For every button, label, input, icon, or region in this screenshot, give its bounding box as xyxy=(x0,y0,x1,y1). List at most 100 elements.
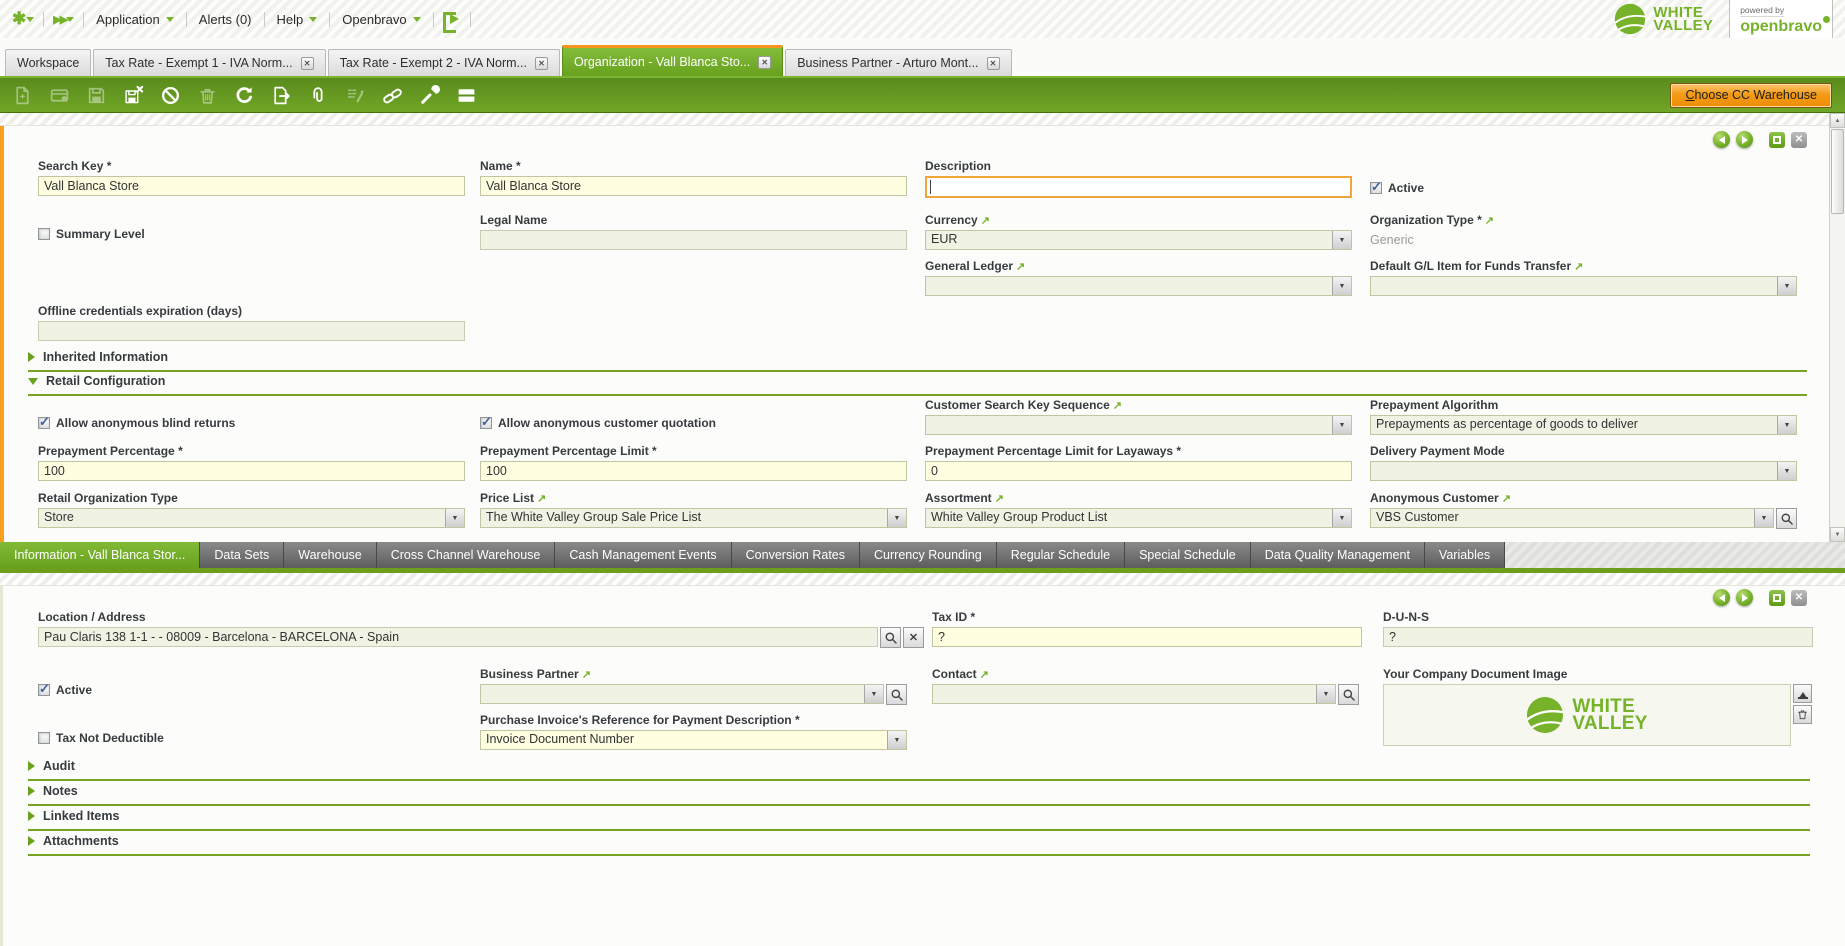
link-out-icon[interactable] xyxy=(992,491,1004,505)
chevron-down-icon[interactable] xyxy=(445,509,464,527)
next-record-button[interactable] xyxy=(1736,131,1753,148)
vertical-scrollbar[interactable] xyxy=(1829,113,1845,542)
chevron-down-icon[interactable] xyxy=(1777,277,1796,295)
new-row-button[interactable] xyxy=(42,80,77,110)
scroll-up-icon[interactable] xyxy=(1830,113,1845,128)
form-grid-toggle-button[interactable] xyxy=(449,80,484,110)
child-tab-cash-management-events[interactable]: Cash Management Events xyxy=(555,542,731,568)
link-out-icon[interactable] xyxy=(1013,259,1025,273)
prepayment-algorithm-select[interactable]: Prepayments as percentage of goods to de… xyxy=(1370,415,1797,435)
maximize-button[interactable] xyxy=(1769,132,1785,148)
link-button[interactable] xyxy=(375,80,410,110)
child-tab-information[interactable]: Information - Vall Blanca Stor... xyxy=(0,542,200,568)
search-icon[interactable] xyxy=(1338,684,1359,705)
delete-button[interactable] xyxy=(190,80,225,110)
contact-select[interactable] xyxy=(932,684,1336,704)
child-tab-currency-rounding[interactable]: Currency Rounding xyxy=(860,542,997,568)
undo-button[interactable] xyxy=(153,80,188,110)
chevron-down-icon[interactable] xyxy=(1777,462,1796,480)
section-attachments[interactable]: Attachments xyxy=(28,834,1810,856)
allow-blind-returns-checkbox[interactable] xyxy=(38,417,50,429)
section-linked-items[interactable]: Linked Items xyxy=(28,809,1810,831)
section-inherited-information[interactable]: Inherited Information xyxy=(28,350,1807,372)
menu-application[interactable]: Application xyxy=(93,12,177,27)
chevron-down-icon[interactable] xyxy=(1777,416,1796,434)
child-tab-conversion-rates[interactable]: Conversion Rates xyxy=(732,542,860,568)
chevron-down-icon[interactable] xyxy=(26,17,34,26)
chevron-down-icon[interactable] xyxy=(1316,685,1335,703)
close-panel-button[interactable] xyxy=(1791,590,1807,606)
menu-openbravo[interactable]: Openbravo xyxy=(339,12,423,27)
quick-launch-icon[interactable] xyxy=(12,9,26,29)
name-input[interactable] xyxy=(480,176,907,196)
maximize-button[interactable] xyxy=(1769,590,1785,606)
search-icon[interactable] xyxy=(886,684,907,705)
link-out-icon[interactable] xyxy=(1571,259,1583,273)
tab-business-partner[interactable]: Business Partner - Arturo Mont... xyxy=(785,49,1011,76)
search-icon[interactable] xyxy=(1776,508,1797,529)
delete-image-icon[interactable] xyxy=(1793,705,1812,724)
tab-tax-rate-exempt-1[interactable]: Tax Rate - Exempt 1 - IVA Norm... xyxy=(93,49,325,76)
chevron-down-icon[interactable] xyxy=(864,685,883,703)
save-and-close-button[interactable] xyxy=(116,80,151,110)
summary-level-checkbox[interactable] xyxy=(38,228,50,240)
active-checkbox[interactable] xyxy=(38,684,50,696)
prepayment-limit-layaways-input[interactable] xyxy=(925,461,1352,481)
close-panel-button[interactable] xyxy=(1791,132,1807,148)
link-out-icon[interactable] xyxy=(1482,213,1494,227)
delivery-payment-mode-select[interactable] xyxy=(1370,461,1797,481)
duns-input[interactable] xyxy=(1383,627,1813,647)
business-partner-select[interactable] xyxy=(480,684,884,704)
search-icon[interactable] xyxy=(880,627,901,648)
child-tab-data-quality-management[interactable]: Data Quality Management xyxy=(1251,542,1425,568)
offline-credentials-input[interactable] xyxy=(38,321,465,341)
quick-create-icon[interactable] xyxy=(53,10,66,28)
section-audit[interactable]: Audit xyxy=(28,759,1810,781)
purchase-invoice-reference-select[interactable]: Invoice Document Number xyxy=(480,730,907,750)
choose-cc-warehouse-button[interactable]: Choose CC Warehouse xyxy=(1670,83,1832,108)
link-out-icon[interactable] xyxy=(978,213,990,227)
prepayment-percentage-limit-input[interactable] xyxy=(480,461,907,481)
tax-id-input[interactable] xyxy=(932,627,1362,647)
new-document-button[interactable] xyxy=(5,80,40,110)
link-out-icon[interactable] xyxy=(1499,491,1511,505)
save-button[interactable] xyxy=(79,80,114,110)
legal-name-input[interactable] xyxy=(480,230,907,250)
search-key-input[interactable] xyxy=(38,176,465,196)
link-out-icon[interactable] xyxy=(534,491,546,505)
child-tab-special-schedule[interactable]: Special Schedule xyxy=(1125,542,1251,568)
chevron-down-icon[interactable] xyxy=(1332,509,1351,527)
child-tab-warehouse[interactable]: Warehouse xyxy=(284,542,376,568)
price-list-select[interactable]: The White Valley Group Sale Price List xyxy=(480,508,907,528)
link-out-icon[interactable] xyxy=(977,667,989,681)
scroll-down-icon[interactable] xyxy=(1830,527,1845,542)
tools-button[interactable] xyxy=(412,80,447,110)
scrollbar-thumb[interactable] xyxy=(1831,129,1844,214)
section-notes[interactable]: Notes xyxy=(28,784,1810,806)
section-retail-configuration[interactable]: Retail Configuration xyxy=(28,374,1807,396)
assortment-select[interactable]: White Valley Group Product List xyxy=(925,508,1352,528)
chevron-down-icon[interactable] xyxy=(887,509,906,527)
tax-not-deductible-checkbox[interactable] xyxy=(38,732,50,744)
previous-record-button[interactable] xyxy=(1713,589,1730,606)
tab-organization[interactable]: Organization - Vall Blanca Sto... xyxy=(562,45,783,76)
child-tab-cross-channel-warehouse[interactable]: Cross Channel Warehouse xyxy=(377,542,556,568)
prepayment-percentage-input[interactable] xyxy=(38,461,465,481)
company-document-image[interactable]: WHITEVALLEY xyxy=(1383,684,1791,746)
allow-customer-quotation-checkbox[interactable] xyxy=(480,417,492,429)
link-out-icon[interactable] xyxy=(579,667,591,681)
chevron-down-icon[interactable] xyxy=(66,17,74,26)
child-tab-data-sets[interactable]: Data Sets xyxy=(200,542,284,568)
general-ledger-select[interactable] xyxy=(925,276,1352,296)
menu-alerts[interactable]: Alerts (0) xyxy=(196,12,255,27)
audit-trail-button[interactable] xyxy=(338,80,373,110)
next-record-button[interactable] xyxy=(1736,589,1753,606)
logout-icon[interactable] xyxy=(443,12,461,27)
refresh-button[interactable] xyxy=(227,80,262,110)
description-input[interactable] xyxy=(925,176,1352,198)
tab-close-icon[interactable] xyxy=(535,57,548,70)
export-button[interactable] xyxy=(264,80,299,110)
tab-close-icon[interactable] xyxy=(987,57,1000,70)
chevron-down-icon[interactable] xyxy=(1332,277,1351,295)
child-tab-regular-schedule[interactable]: Regular Schedule xyxy=(997,542,1125,568)
